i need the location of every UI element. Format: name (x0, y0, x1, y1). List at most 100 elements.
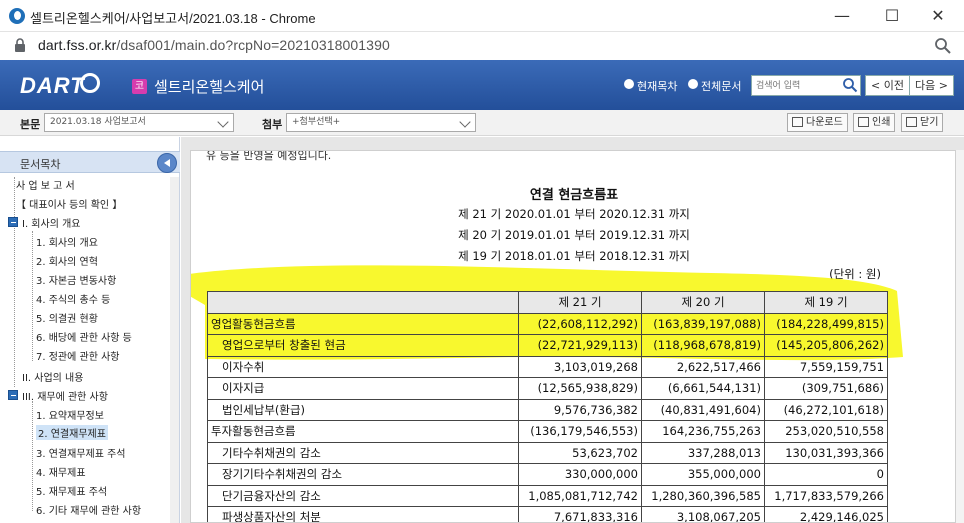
close-button[interactable]: ✕ (918, 4, 958, 28)
statement-title: 연결 현금흐름표 (529, 188, 619, 203)
attachment-select[interactable]: +첨부선택+ (286, 113, 476, 132)
period-20: 제 20 기 2019.01.01 부터 2019.12.31 까지 (458, 228, 690, 242)
toc-item-fs-notes[interactable]: 5. 재무제표 주석 (36, 483, 107, 498)
search-input[interactable] (756, 78, 840, 93)
chevron-down-icon (217, 116, 229, 128)
cell-value: 3,103,019,268 (518, 355, 642, 378)
radio-current-toc[interactable] (624, 79, 634, 89)
toc-item-voting[interactable]: 5. 의결권 현황 (36, 310, 98, 325)
url-path: /dsaf001/main.do?rcpNo=20210318001390 (116, 37, 390, 53)
cell-value: (145,205,806,262) (764, 334, 888, 357)
search-icon[interactable] (842, 77, 858, 93)
toc-item-other-finance[interactable]: 6. 기타 재무에 관한 사항 (36, 502, 141, 517)
period-21: 제 21 기 2020.01.01 부터 2020.12.31 까지 (458, 207, 690, 221)
chrome-app-icon (9, 8, 25, 24)
url-host: dart.fss.or.kr (38, 37, 117, 53)
cell-value: (163,839,197,088) (641, 312, 765, 335)
toc-item-ceo-confirm[interactable]: 【 대표이사 등의 확인 】 (16, 196, 122, 211)
main-doc-label: 본문 (20, 118, 41, 131)
table-row: 투자활동현금흐름 (136,179,546,553) 164,236,755,2… (207, 420, 888, 443)
toc-tree-line (32, 231, 33, 361)
lock-icon (15, 38, 25, 52)
collapse-toc-icon[interactable] (157, 153, 177, 173)
row-label: 장기기타수취채권의 감소 (207, 463, 519, 486)
cell-value: 355,000,000 (641, 463, 765, 486)
toc-title: 문서목차 (20, 158, 61, 171)
cell-value: (22,608,112,292) (518, 312, 642, 335)
cell-value: 1,717,833,579,266 (764, 484, 888, 507)
toc-item-consolidated-fs[interactable]: 2. 연결재무제표 (36, 425, 108, 440)
toc-item-history[interactable]: 2. 회사의 연혁 (36, 253, 98, 268)
radio-current-toc-label[interactable]: 현재목차 (637, 78, 677, 94)
toc-item-overview[interactable]: 1. 회사의 개요 (36, 234, 98, 249)
toc-item-business[interactable]: II. 사업의 내용 (22, 369, 83, 384)
toc-item-capital[interactable]: 3. 자본금 변동사항 (36, 272, 116, 287)
maximize-button[interactable]: ☐ (872, 4, 912, 28)
radio-all-document-label[interactable]: 전체문서 (701, 78, 741, 94)
toc-item-consolidated-notes[interactable]: 3. 연결재무제표 주석 (36, 445, 126, 460)
toc-item-dividend[interactable]: 6. 배당에 관한 사항 등 (36, 329, 132, 344)
table-row: 법인세납부(환급) 9,576,736,382 (40,831,491,604)… (207, 398, 888, 421)
table-row: 기타수취채권의 감소 53,623,702 337,288,013 130,03… (207, 441, 888, 464)
cell-value: 330,000,000 (518, 463, 642, 486)
address-bar[interactable]: dart.fss.or.kr/dsaf001/main.do?rcpNo=202… (0, 32, 964, 60)
printer-icon (858, 117, 869, 127)
toc-item-report[interactable]: 사 업 보 고 서 (16, 177, 75, 192)
folder-toggle-icon[interactable] (8, 217, 18, 227)
cash-flow-table: 제 21 기 제 20 기 제 19 기 영업활동현금흐름 (22,608,11… (207, 291, 888, 522)
next-button[interactable]: 다음 > (909, 75, 954, 96)
radio-all-document[interactable] (688, 79, 698, 89)
cell-value: 3,108,067,205 (641, 506, 765, 522)
cell-value: (309,751,686) (764, 377, 888, 400)
row-label: 이자지급 (207, 377, 519, 400)
row-label: 영업활동현금흐름 (207, 312, 519, 335)
download-label: 다운로드 (806, 117, 843, 128)
cell-value: 130,031,393,366 (764, 441, 888, 464)
folder-toggle-icon[interactable] (8, 390, 18, 400)
column-header: 제 19 기 (764, 291, 888, 314)
row-label: 투자활동현금흐름 (207, 420, 519, 443)
toc-item-summary[interactable]: 1. 요약재무정보 (36, 407, 104, 422)
report-toolbar: 본문 2021.03.18 사업보고서 첨부 +첨부선택+ 다운로드 인쇄 닫기 (0, 110, 964, 136)
toc-panel: 문서목차 사 업 보 고 서 【 대표이사 등의 확인 】 I. 회사의 개요 … (0, 137, 180, 523)
document-scrollbar[interactable] (956, 150, 964, 523)
row-label: 법인세납부(환급) (207, 398, 519, 421)
main-doc-select[interactable]: 2021.03.18 사업보고서 (44, 113, 234, 132)
document-page: 유 등을 반영을 예정입니다. 연결 현금흐름표 제 21 기 2020.01.… (190, 150, 956, 523)
url-text[interactable]: dart.fss.or.kr/dsaf001/main.do?rcpNo=202… (38, 37, 390, 53)
close-doc-button[interactable]: 닫기 (901, 113, 944, 132)
table-row: 영업으로부터 창출된 현금 (22,721,929,113) (118,968,… (207, 334, 888, 357)
toc-item-finance[interactable]: III. 재무에 관한 사항 (22, 388, 108, 403)
row-label: 단기금융자산의 감소 (207, 484, 519, 507)
main-doc-select-value: 2021.03.18 사업보고서 (50, 117, 146, 127)
cell-value: (6,661,544,131) (641, 377, 765, 400)
document-search[interactable] (751, 75, 861, 96)
cell-value: 337,288,013 (641, 441, 765, 464)
toc-scrollbar[interactable] (170, 177, 179, 523)
download-icon (792, 117, 803, 127)
window-titlebar: 셀트리온헬스케어/사업보고서/2021.03.18 - Chrome — ☐ ✕ (0, 0, 964, 32)
minimize-button[interactable]: — (822, 4, 862, 28)
table-row: 장기기타수취채권의 감소 330,000,000 355,000,000 0 (207, 463, 888, 486)
column-header (207, 291, 519, 314)
download-button[interactable]: 다운로드 (787, 113, 848, 132)
window-title: 셀트리온헬스케어/사업보고서/2021.03.18 - Chrome (30, 11, 316, 26)
table-row: 단기금융자산의 감소 1,085,081,712,742 1,280,360,3… (207, 484, 888, 507)
toc-item-fs[interactable]: 4. 재무제표 (36, 464, 86, 479)
cell-value: 0 (764, 463, 888, 486)
cell-value: 2,622,517,466 (641, 355, 765, 378)
row-label: 파생상품자산의 처분 (207, 506, 519, 522)
toc-item-company-overview[interactable]: I. 회사의 개요 (22, 215, 81, 230)
dart-logo[interactable]: DART (20, 73, 85, 99)
cell-value: 1,085,081,712,742 (518, 484, 642, 507)
zoom-icon[interactable] (934, 37, 952, 55)
table-row: 영업활동현금흐름 (22,608,112,292) (163,839,197,0… (207, 312, 888, 335)
table-header-row: 제 21 기 제 20 기 제 19 기 (207, 291, 888, 314)
prev-button[interactable]: < 이전 (865, 75, 910, 96)
print-button[interactable]: 인쇄 (853, 113, 896, 132)
table-row: 이자지급 (12,565,938,829) (6,661,544,131) (3… (207, 377, 888, 400)
cell-value: 7,559,159,751 (764, 355, 888, 378)
toc-item-articles[interactable]: 7. 정관에 관한 사항 (36, 348, 119, 363)
cell-value: 253,020,510,558 (764, 420, 888, 443)
toc-item-shares[interactable]: 4. 주식의 총수 등 (36, 291, 110, 306)
